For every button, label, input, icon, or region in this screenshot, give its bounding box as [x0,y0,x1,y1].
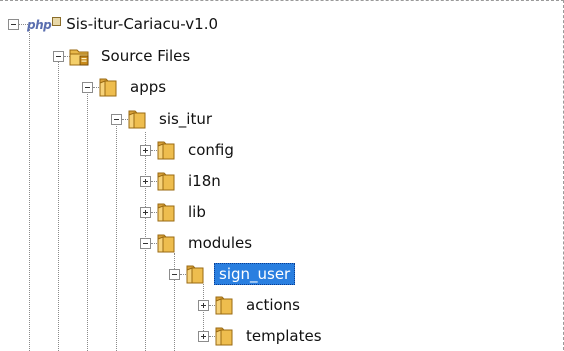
tree-node-source-files[interactable]: Source Files [53,41,193,71]
tree-node-lib[interactable]: lib [140,197,209,227]
folder-icon [215,296,233,315]
folder-icon [215,327,233,346]
tree-guide-line [87,91,88,351]
tree-node-apps[interactable]: apps [82,72,169,102]
collapse-toggle[interactable] [82,81,93,93]
tree-node-label[interactable]: Source Files [98,46,193,66]
folder-icon [128,110,146,129]
tree-node-label[interactable]: i18n [185,171,224,191]
expand-toggle[interactable] [140,206,151,218]
folder-icon [157,234,175,253]
tree-node-label[interactable]: lib [185,202,209,222]
collapse-toggle[interactable] [169,268,180,280]
expand-toggle[interactable] [140,144,151,156]
tree-guide-line [58,59,59,351]
collapse-toggle[interactable] [53,50,64,62]
tree-node-label[interactable]: modules [185,233,255,253]
expand-toggle[interactable] [198,330,209,342]
tree-node-modules[interactable]: modules [140,228,255,258]
tree-node-i18n[interactable]: i18n [140,166,224,196]
tree-node-label-selected[interactable]: sign_user [214,263,296,285]
tree-node-label[interactable]: sis_itur [156,109,215,129]
folder-icon [99,78,117,97]
source-files-folder-icon [69,49,89,66]
tree-node-label[interactable]: templates [243,326,325,346]
php-project-icon: php [27,16,62,32]
tree-node-sis-itur[interactable]: sis_itur [111,104,215,134]
tree-node-project[interactable]: php Sis-itur-Cariacu-v1.0 [8,9,221,39]
tree-node-label[interactable]: config [185,140,237,160]
collapse-toggle[interactable] [140,237,151,249]
tree-node-templates[interactable]: templates [198,321,325,351]
project-tree: php Sis-itur-Cariacu-v1.0 Source Files a… [0,0,564,351]
tree-node-sign-user[interactable]: sign_user [169,259,296,289]
tree-node-label[interactable]: actions [243,295,303,315]
expand-toggle[interactable] [198,299,209,311]
folder-icon [186,265,204,284]
folder-icon [157,203,175,222]
tree-guide-line [116,122,117,351]
tree-node-label[interactable]: apps [127,77,169,97]
folder-icon [157,141,175,160]
tree-guide-line [29,29,30,351]
tree-node-config[interactable]: config [140,135,237,165]
tree-node-label[interactable]: Sis-itur-Cariacu-v1.0 [63,14,221,34]
collapse-toggle[interactable] [111,113,122,125]
folder-icon [157,172,175,191]
collapse-toggle[interactable] [8,18,19,30]
tree-node-actions[interactable]: actions [198,290,303,320]
expand-toggle[interactable] [140,175,151,187]
